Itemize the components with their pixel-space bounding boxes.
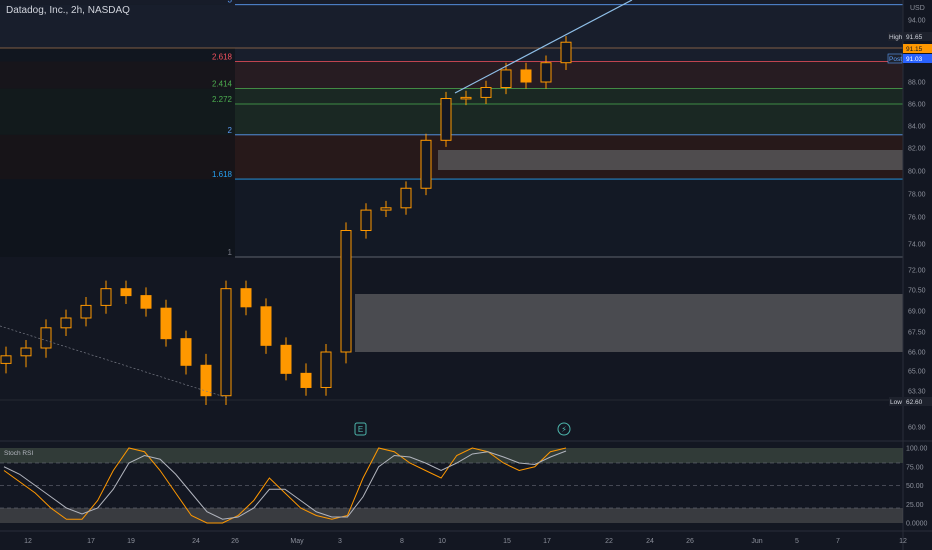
candle-body (560, 41, 572, 64)
fib-level-label: 2 (228, 126, 233, 135)
candle-body (520, 69, 532, 83)
candle-body (100, 288, 112, 306)
candle-body (140, 295, 152, 309)
low-value: 62.60 (906, 399, 923, 406)
price-axis-tick: 76.00 (908, 215, 926, 222)
dividend-lightning-icon: ⚡ (557, 422, 571, 436)
time-axis-label: 17 (543, 538, 551, 545)
last-price-tag: 91.15 (906, 46, 923, 53)
supply-zone (438, 150, 903, 170)
time-axis-label: May (290, 538, 304, 545)
price-axis-tick: 94.00 (908, 18, 926, 25)
high-value: 91.65 (906, 34, 923, 41)
fib-level-label: 2.618 (212, 53, 233, 62)
price-axis-tick: 69.00 (908, 309, 926, 316)
time-axis-label: 10 (438, 538, 446, 545)
price-axis-tick: 65.00 (908, 369, 926, 376)
low-label: Low (890, 399, 902, 406)
post-label: Post (889, 56, 902, 63)
price-axis-tick: 67.50 (908, 330, 926, 337)
time-axis-label: 5 (795, 538, 799, 545)
price-axis-tick: 86.00 (908, 102, 926, 109)
chart-workspace[interactable]: 3 2.618 2.414 2.272 2 1.618 1 E ⚡ USD 94.00 88.00 86… (0, 0, 932, 550)
price-axis-tick: 72.00 (908, 268, 926, 275)
demand-zone (355, 294, 903, 352)
time-axis-label: 15 (503, 538, 511, 545)
candle-body (20, 347, 32, 357)
candle-body (500, 69, 512, 88)
fib-level-label: 1 (228, 248, 233, 257)
fib-band (0, 0, 903, 5)
time-axis-label: Jun (751, 538, 762, 545)
candle-body (320, 351, 332, 388)
candle-body (480, 87, 492, 98)
candle-body (460, 96, 472, 100)
post-value: 91.03 (906, 56, 923, 63)
candle-body (360, 209, 372, 232)
high-label: High (889, 34, 903, 41)
earnings-icon-glyph: E (358, 425, 363, 434)
earnings-icon: E (354, 422, 367, 436)
fib-level-label: 2.272 (212, 95, 233, 104)
indicator-axis-tick: 75.00 (906, 464, 924, 471)
price-axis-tick: 78.00 (908, 192, 926, 199)
candle-body (420, 139, 432, 189)
price-axis-tick: 66.00 (908, 350, 926, 357)
indicator-axis-tick: 50.00 (906, 483, 924, 490)
time-axis-label: 26 (231, 538, 239, 545)
time-axis-label: 26 (686, 538, 694, 545)
time-axis-label: 7 (836, 538, 840, 545)
candle-body (300, 372, 312, 388)
candle-body (400, 187, 412, 209)
candle-body (220, 288, 232, 397)
price-axis-tick: 70.50 (908, 288, 926, 295)
price-axis-tick: 88.00 (908, 80, 926, 87)
time-axis-label: 19 (127, 538, 135, 545)
oversold-band (0, 508, 903, 523)
time-axis-label: 8 (400, 538, 404, 545)
time-axis-label: 24 (192, 538, 200, 545)
candle-body (280, 344, 292, 374)
fib-level-label: 2.414 (212, 80, 233, 89)
price-axis-tick: 74.00 (908, 242, 926, 249)
time-axis-label: 3 (338, 538, 342, 545)
price-axis-tick: 60.90 (908, 425, 926, 432)
candle-body (40, 327, 52, 349)
candle-body (440, 98, 452, 141)
price-axis-tick: 82.00 (908, 146, 926, 153)
lower-trendline (0, 325, 229, 399)
dividend-icon-glyph: ⚡ (561, 425, 567, 434)
chart-shade-region (0, 48, 235, 257)
price-axis-currency: USD (910, 5, 925, 12)
candle-body (240, 288, 252, 308)
price-axis-tick: 63.30 (908, 389, 926, 396)
indicator-axis-tick: 0.0000 (906, 521, 928, 528)
time-axis-label: 12 (899, 538, 907, 545)
overbought-band (0, 448, 903, 463)
indicator-axis-tick: 25.00 (906, 502, 924, 509)
candle-body (540, 62, 552, 83)
time-axis-label: 24 (646, 538, 654, 545)
candle-body (160, 307, 172, 340)
indicator-title: Stoch RSI (4, 450, 33, 457)
price-axis-tick: 80.00 (908, 169, 926, 176)
candle-body (340, 230, 352, 353)
fib-level-label: 3 (228, 0, 233, 5)
time-axis-label: 12 (24, 538, 32, 545)
candle-body (120, 288, 132, 297)
symbol-title: Datadog, Inc., 2h, NASDAQ (6, 5, 130, 16)
chart-canvas[interactable]: 32.6182.4142.27221.6181E ⚡USD94.0088.0086… (0, 0, 932, 550)
candle-body (180, 338, 192, 366)
candle-body (60, 317, 72, 329)
time-axis-label: 17 (87, 538, 95, 545)
time-axis-label: 22 (605, 538, 613, 545)
candle-body (0, 355, 12, 364)
price-axis-tick: 84.00 (908, 124, 926, 131)
candle-body (380, 207, 392, 211)
candle-body (80, 304, 92, 319)
candle-body (260, 306, 272, 346)
indicator-axis-tick: 100.00 (906, 446, 928, 453)
fib-level-label: 1.618 (212, 170, 233, 179)
